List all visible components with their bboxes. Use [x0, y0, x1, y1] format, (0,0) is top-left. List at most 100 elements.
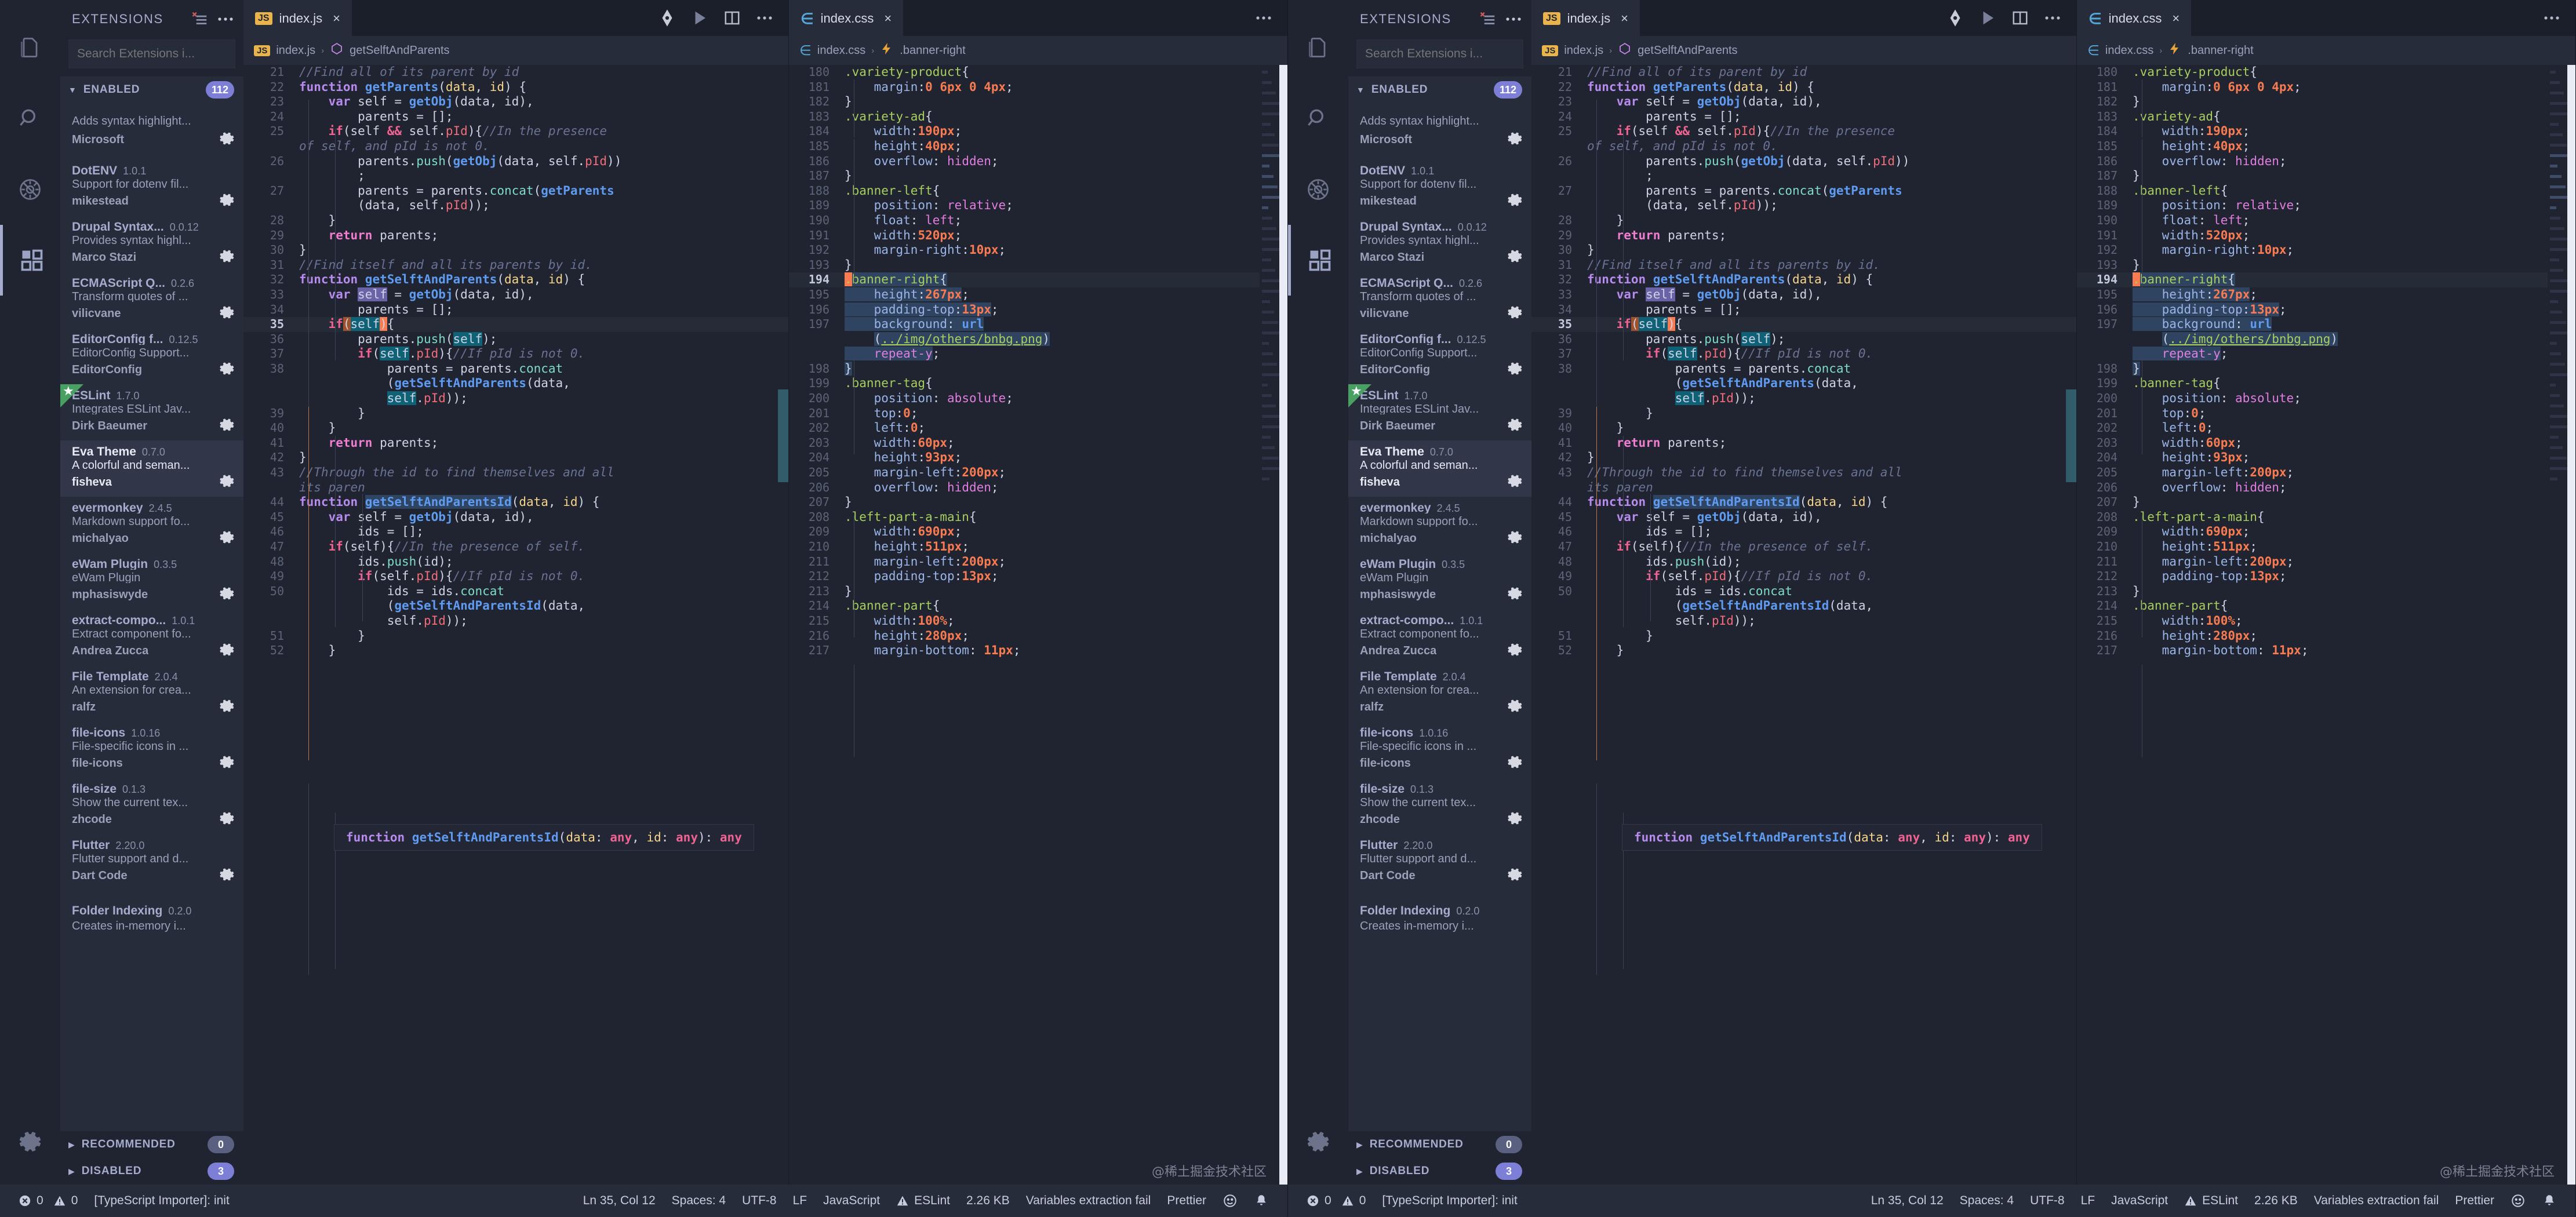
status-cursor-position[interactable]: Ln 35, Col 12 — [575, 1194, 664, 1208]
code-line[interactable]: 49 if(self.pId){//If pId is not 0. — [243, 569, 788, 584]
smiley-icon[interactable] — [1214, 1193, 1246, 1208]
code-line[interactable]: 40 } — [243, 421, 788, 436]
close-icon[interactable]: × — [1621, 11, 1628, 26]
code-line[interactable]: self.pId)); — [1531, 391, 2076, 406]
code-line[interactable]: repeat-y; — [789, 347, 1287, 362]
manage-extension-gear-icon[interactable] — [1505, 697, 1523, 718]
code-line[interactable]: 28 } — [243, 213, 788, 228]
code-line[interactable]: 51 } — [243, 629, 788, 644]
code-line[interactable]: 205 margin-left:200px; — [2077, 465, 2575, 480]
scrollbar-vertical-js[interactable] — [2066, 65, 2076, 1185]
code-line[interactable]: 38 parents = parents.concat — [1531, 362, 2076, 377]
code-line[interactable]: 27 parents = parents.concat(getParents — [1531, 184, 2076, 199]
code-line[interactable]: 201 top:0; — [2077, 406, 2575, 421]
code-line[interactable]: 43 //Through the id to find themselves an… — [243, 465, 788, 480]
extension-list-item[interactable]: Eva Theme 0.7.0 A colorful and seman... fis… — [60, 440, 243, 497]
manage-extension-gear-icon[interactable] — [1505, 472, 1523, 493]
code-line[interactable]: 32 function getSelftAndParents(data, id) … — [243, 272, 788, 287]
code-line[interactable]: 47 if(self){//In the presence of self. — [243, 540, 788, 555]
code-line[interactable]: 185 height:40px; — [2077, 139, 2575, 154]
code-line[interactable]: self.pId)); — [1531, 614, 2076, 629]
extensions-list[interactable]: Adds syntax highlight... Microsoft DotENV 1… — [60, 103, 243, 1131]
code-line[interactable]: (getSelftAndParentsId(data, — [1531, 599, 2076, 614]
views-and-more-actions-icon[interactable] — [216, 9, 235, 29]
code-line[interactable]: 217 margin-bottom: 11px; — [2077, 643, 2575, 658]
code-line[interactable]: 195 height:267px; — [789, 287, 1287, 303]
gear-icon[interactable] — [1288, 1114, 1348, 1185]
code-line[interactable]: 45 var self = getObj(data, id), — [243, 510, 788, 525]
code-line[interactable]: 35 if(self){ — [243, 317, 788, 332]
code-line[interactable]: (getSelftAndParentsId(data, — [243, 599, 788, 614]
code-line[interactable]: 204 height:93px; — [789, 450, 1287, 465]
code-line[interactable]: 211 margin-left:200px; — [2077, 555, 2575, 570]
code-line[interactable]: 210 height:511px; — [2077, 540, 2575, 555]
section-recommended[interactable]: ▶ RECOMMENDED 0 — [60, 1131, 243, 1158]
extensions-icon[interactable] — [0, 225, 60, 296]
code-line[interactable]: 193} — [789, 258, 1287, 273]
code-line[interactable]: 46 ids = []; — [243, 524, 788, 540]
code-line[interactable]: 214 .banner-part{ — [789, 599, 1287, 614]
status-message[interactable]: Variables extraction fail — [2306, 1194, 2447, 1208]
code-line[interactable]: 183 .variety-ad{ — [789, 110, 1287, 125]
search-icon[interactable] — [0, 83, 60, 154]
manage-extension-gear-icon[interactable] — [1505, 640, 1523, 662]
code-line[interactable]: 194 .banner-right{ — [789, 272, 1287, 287]
clear-extensions-search-results-icon[interactable] — [190, 9, 210, 29]
split-editor-icon[interactable] — [2011, 9, 2029, 27]
manage-extension-gear-icon[interactable] — [217, 129, 235, 151]
close-icon[interactable]: × — [2172, 11, 2180, 26]
code-line[interactable]: its paren — [243, 480, 788, 495]
code-editor-css[interactable]: 180 .variety-product{181 margin:0 6px 0 4… — [2077, 65, 2575, 1185]
code-line[interactable]: 33 var self = getObj(data, id), — [1531, 287, 2076, 303]
status-problems[interactable]: 0 0 — [1298, 1194, 1374, 1208]
manage-extension-gear-icon[interactable] — [217, 640, 235, 662]
breadcrumb-file[interactable]: index.js — [1564, 44, 1603, 57]
code-line[interactable]: 181 margin:0 6px 0 4px; — [789, 80, 1287, 95]
code-line[interactable]: 41 return parents; — [243, 436, 788, 451]
code-line[interactable]: 202 left:0; — [2077, 421, 2575, 436]
code-line[interactable]: 201 top:0; — [789, 406, 1287, 421]
code-line[interactable]: 199 .banner-tag{ — [2077, 376, 2575, 391]
more-actions-icon[interactable] — [2044, 14, 2061, 21]
tab-index-css[interactable]: ∈ index.css × — [2077, 0, 2192, 36]
code-line[interactable]: 216 height:280px; — [2077, 629, 2575, 644]
tab-index-js[interactable]: JS index.js × — [243, 0, 352, 36]
more-actions-icon[interactable] — [2543, 14, 2560, 21]
code-line[interactable]: 207} — [2077, 495, 2575, 510]
code-line[interactable]: 187} — [2077, 169, 2575, 184]
code-line[interactable]: 203 width:60px; — [2077, 436, 2575, 451]
code-line[interactable]: 35 if(self){ — [1531, 317, 2076, 332]
code-line[interactable]: 207} — [789, 495, 1287, 510]
code-line[interactable]: 22 function getParents(data, id) { — [1531, 80, 2076, 95]
code-line[interactable]: 182} — [789, 94, 1287, 110]
code-line[interactable]: 26 parents.push(getObj(data, self.pId)) — [1531, 154, 2076, 169]
search-input[interactable] — [68, 39, 235, 68]
status-message[interactable]: Variables extraction fail — [1018, 1194, 1159, 1208]
manage-extension-gear-icon[interactable] — [1505, 584, 1523, 606]
code-line[interactable]: 184 width:190px; — [789, 124, 1287, 139]
status-eol[interactable]: LF — [2073, 1194, 2104, 1208]
code-line[interactable]: 22 function getParents(data, id) { — [243, 80, 788, 95]
code-line[interactable]: 34 parents = []; — [243, 303, 788, 318]
source-control-icon[interactable] — [1946, 8, 1964, 28]
extension-list-item[interactable]: ECMAScript Q... 0.2.6 Transform quotes of … — [60, 272, 243, 328]
overview-ruler-css[interactable] — [1279, 65, 1287, 1185]
code-line[interactable]: 208 .left-part-a-main{ — [789, 510, 1287, 525]
manage-extension-gear-icon[interactable] — [217, 865, 235, 887]
code-line[interactable]: 32 function getSelftAndParents(data, id) … — [1531, 272, 2076, 287]
manage-extension-gear-icon[interactable] — [1505, 416, 1523, 437]
code-line[interactable]: 182} — [2077, 94, 2575, 110]
extension-list-item[interactable]: extract-compo... 1.0.1 Extract component f… — [1348, 609, 1531, 665]
code-line[interactable]: 44 function getSelftAndParentsId(data, id… — [243, 495, 788, 510]
tab-index-js[interactable]: JS index.js × — [1531, 0, 1640, 36]
code-line[interactable]: 33 var self = getObj(data, id), — [243, 287, 788, 303]
manage-extension-gear-icon[interactable] — [217, 191, 235, 212]
code-line[interactable]: 39 } — [1531, 406, 2076, 421]
extension-list-item[interactable]: evermonkey 2.4.5 Markdown support fo... mic… — [60, 497, 243, 553]
code-line[interactable]: of self, and pId is not 0. — [1531, 139, 2076, 154]
scrollbar-vertical-js[interactable] — [778, 65, 788, 1185]
code-line[interactable]: 216 height:280px; — [789, 629, 1287, 644]
code-line[interactable]: 188 .banner-left{ — [2077, 184, 2575, 199]
tab-index-css[interactable]: ∈ index.css × — [789, 0, 904, 36]
section-enabled[interactable]: ▼ ENABLED 112 — [1348, 76, 1531, 103]
